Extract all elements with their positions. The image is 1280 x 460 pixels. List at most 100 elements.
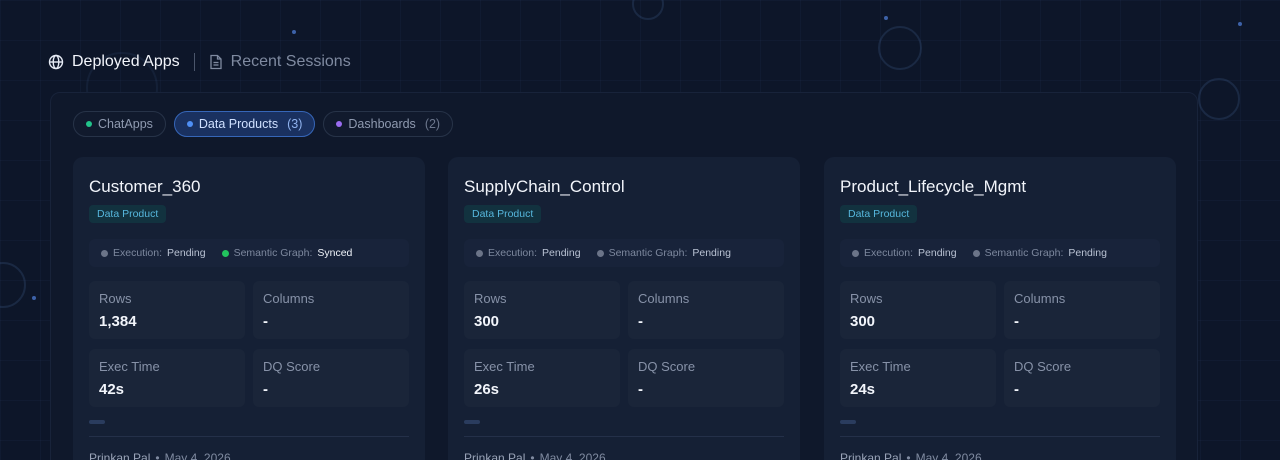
execution-status: Execution: Pending <box>852 247 957 259</box>
semantic-graph-status-dot <box>596 249 604 257</box>
semantic-graph-status: Semantic Graph: Pending <box>596 247 731 259</box>
data-products-dot <box>186 121 193 127</box>
decorative-orb <box>632 0 664 20</box>
document-icon <box>209 54 222 70</box>
semantic-graph-status-dot <box>972 249 980 257</box>
execution-value: Pending <box>918 247 957 259</box>
metric-value: 42s <box>99 381 125 398</box>
decorative-orb <box>1198 78 1240 120</box>
metric-columns: Columns - <box>253 281 409 339</box>
metric-value: 24s <box>850 381 876 398</box>
metric-value: - <box>1014 313 1019 330</box>
top-navigation: Deployed Apps Recent Sessions <box>48 50 351 74</box>
semantic-graph-status-dot <box>221 249 229 257</box>
metric-dq-score: DQ Score - <box>253 349 409 407</box>
metric-exec-time: Exec Time 24s <box>840 349 996 407</box>
metric-exec-time: Exec Time 42s <box>89 349 245 407</box>
execution-label: Execution: <box>488 247 538 259</box>
category-filters: ChatApps Data Products (3) Dashboards (2… <box>73 111 454 137</box>
filter-data-products[interactable]: Data Products (3) <box>173 111 316 137</box>
decorative-orb <box>0 262 26 308</box>
deployed-apps-panel: ChatApps Data Products (3) Dashboards (2… <box>50 92 1198 460</box>
chatapps-dot <box>86 121 92 127</box>
decorative-dot <box>292 30 296 34</box>
progress-bar <box>464 420 784 424</box>
created-date: May 4, 2026 <box>539 451 606 460</box>
tab-recent-sessions[interactable]: Recent Sessions <box>209 53 351 71</box>
execution-label: Execution: <box>113 247 163 259</box>
app-card[interactable]: Customer_360 Data Product Execution: Pen… <box>73 157 425 460</box>
card-footer: Prinkan Pal • May 4, 2026 <box>464 451 606 460</box>
execution-status-dot <box>852 249 859 257</box>
status-bar: Execution: Pending Semantic Graph: Pendi… <box>464 239 784 267</box>
metric-value: 26s <box>474 381 500 398</box>
dashboards-dot <box>336 121 343 127</box>
type-badge: Data Product <box>840 205 918 223</box>
metric-value: 300 <box>474 313 500 330</box>
metric-value: - <box>263 381 268 398</box>
semantic-graph-value: Synced <box>317 247 353 259</box>
footer-separator: • <box>155 451 160 460</box>
type-badge: Data Product <box>89 205 167 223</box>
author-name: Prinkan Pal <box>464 451 526 460</box>
decorative-orb <box>878 26 922 70</box>
metric-label: Columns <box>1014 291 1066 306</box>
metric-label: Exec Time <box>850 359 911 374</box>
created-date: May 4, 2026 <box>915 451 982 460</box>
metric-label: Exec Time <box>99 359 160 374</box>
progress-fill <box>840 420 856 424</box>
semantic-graph-value: Pending <box>1068 247 1107 259</box>
semantic-graph-label: Semantic Graph: <box>608 247 688 259</box>
author-name: Prinkan Pal <box>840 451 902 460</box>
filter-dashboards[interactable]: Dashboards (2) <box>323 111 454 137</box>
metric-label: Columns <box>263 291 315 306</box>
metric-label: Columns <box>638 291 690 306</box>
semantic-graph-status: Semantic Graph: Synced <box>221 247 353 259</box>
card-title: SupplyChain_Control <box>464 177 625 196</box>
metric-dq-score: DQ Score - <box>628 349 784 407</box>
execution-value: Pending <box>167 247 206 259</box>
type-badge: Data Product <box>464 205 542 223</box>
filter-chatapps[interactable]: ChatApps <box>73 111 166 137</box>
metric-value: - <box>1014 381 1019 398</box>
metric-label: DQ Score <box>263 359 321 374</box>
filter-dashboards-label: Dashboards <box>348 117 416 131</box>
filter-data-products-label: Data Products <box>198 117 279 131</box>
app-card[interactable]: SupplyChain_Control Data Product Executi… <box>448 157 800 460</box>
execution-value: Pending <box>542 247 581 259</box>
progress-bar <box>89 420 409 424</box>
progress-fill <box>89 420 105 424</box>
filter-dashboards-count: (2) <box>424 117 441 131</box>
card-divider <box>464 436 784 437</box>
metric-label: DQ Score <box>1014 359 1072 374</box>
card-footer: Prinkan Pal • May 4, 2026 <box>89 451 231 460</box>
decorative-dot <box>32 296 36 300</box>
metric-label: Rows <box>474 291 507 306</box>
globe-icon <box>48 54 64 70</box>
progress-bar <box>840 420 1160 424</box>
tab-deployed-apps[interactable]: Deployed Apps <box>48 53 180 71</box>
execution-status: Execution: Pending <box>101 247 206 259</box>
metric-dq-score: DQ Score - <box>1004 349 1160 407</box>
created-date: May 4, 2026 <box>164 451 231 460</box>
execution-status: Execution: Pending <box>476 247 581 259</box>
metric-value: - <box>263 313 268 330</box>
metric-rows: Rows 1,384 <box>89 281 245 339</box>
footer-separator: • <box>530 451 535 460</box>
execution-status-dot <box>101 249 108 257</box>
tab-deployed-apps-label: Deployed Apps <box>72 53 180 70</box>
nav-divider <box>193 53 195 71</box>
card-title: Customer_360 <box>89 177 201 196</box>
author-name: Prinkan Pal <box>89 451 151 460</box>
metric-value: 1,384 <box>99 313 137 330</box>
execution-label: Execution: <box>864 247 914 259</box>
tab-recent-sessions-label: Recent Sessions <box>230 53 351 70</box>
app-card[interactable]: Product_Lifecycle_Mgmt Data Product Exec… <box>824 157 1176 460</box>
status-bar: Execution: Pending Semantic Graph: Pendi… <box>840 239 1160 267</box>
metric-exec-time: Exec Time 26s <box>464 349 620 407</box>
semantic-graph-value: Pending <box>692 247 731 259</box>
card-divider <box>840 436 1160 437</box>
footer-separator: • <box>906 451 911 460</box>
card-footer: Prinkan Pal • May 4, 2026 <box>840 451 982 460</box>
metric-label: Exec Time <box>474 359 535 374</box>
